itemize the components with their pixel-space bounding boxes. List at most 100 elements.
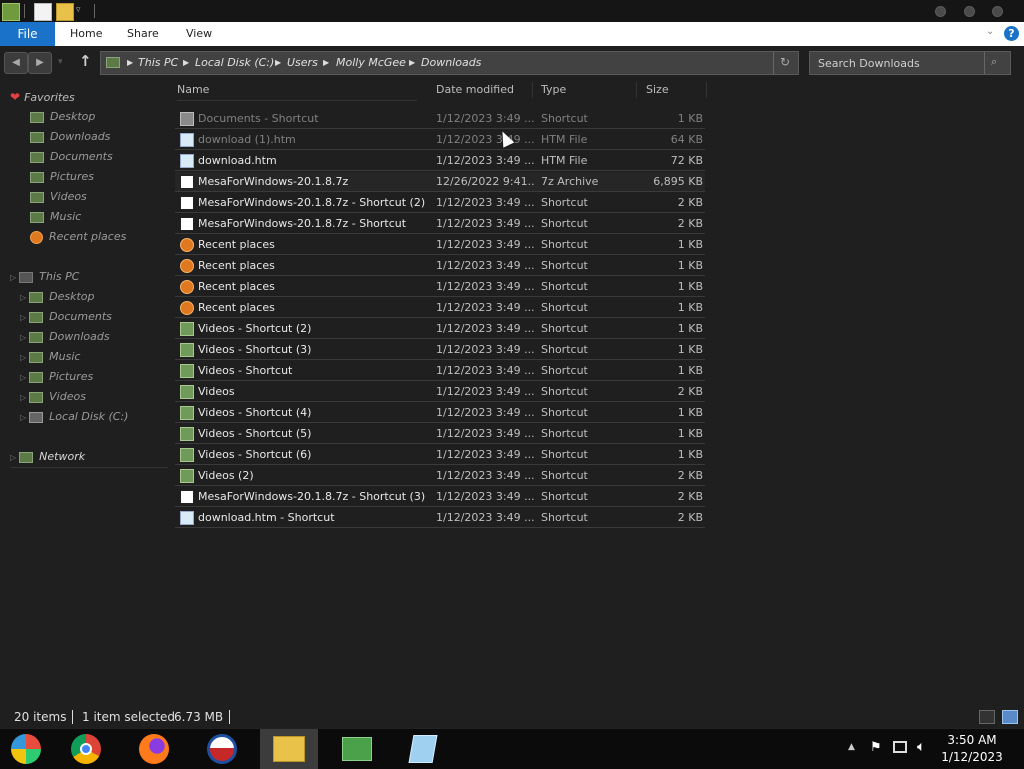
breadcrumb-this-pc[interactable]: This PC: [138, 52, 178, 74]
file-row[interactable]: Recent places 1/12/2023 3:49 ... Shortcut 1…: [175, 277, 705, 297]
maximize-button[interactable]: [964, 6, 975, 17]
expand-arrow-icon[interactable]: ▷: [20, 293, 26, 302]
file-row[interactable]: Videos 1/12/2023 3:49 ... Shortcut 2 KB: [175, 382, 705, 402]
column-header-type[interactable]: Type: [541, 80, 566, 100]
nav-pc-local-disk[interactable]: ▷ Local Disk (C:): [20, 407, 128, 427]
search-box[interactable]: ⌕: [809, 51, 1011, 75]
search-icon[interactable]: ⌕: [991, 55, 997, 69]
expand-arrow-icon[interactable]: ▷: [10, 273, 16, 282]
expand-arrow-icon[interactable]: ▷: [20, 333, 26, 342]
search-input[interactable]: [810, 52, 980, 74]
file-row[interactable]: MesaForWindows-20.1.8.7z 12/26/2022 9:41.…: [175, 172, 705, 192]
taskbar-firefox[interactable]: [124, 729, 182, 769]
refresh-icon[interactable]: ↻: [780, 55, 790, 69]
file-row[interactable]: Videos - Shortcut (2) 1/12/2023 3:49 ... S…: [175, 319, 705, 339]
close-button[interactable]: [992, 6, 1003, 17]
nav-favorites-desktop[interactable]: Desktop: [30, 107, 95, 127]
taskbar-control-panel[interactable]: [328, 729, 386, 769]
breadcrumb-downloads[interactable]: Downloads: [421, 52, 481, 74]
forward-button[interactable]: ▶: [28, 52, 52, 74]
customize-toolbar-icon[interactable]: ▿: [76, 5, 81, 15]
chevron-right-icon[interactable]: ▶: [323, 52, 329, 74]
file-row[interactable]: Documents - Shortcut 1/12/2023 3:49 ... Sh…: [175, 109, 705, 129]
new-folder-icon[interactable]: [56, 3, 74, 21]
taskbar-app-obama[interactable]: [192, 729, 250, 769]
clock-time[interactable]: 3:50 AM: [932, 733, 1012, 747]
tab-home[interactable]: Home: [70, 22, 102, 46]
chevron-right-icon[interactable]: ▶: [409, 52, 415, 74]
action-center-flag-icon[interactable]: ⚑: [870, 740, 882, 755]
taskbar-notepad[interactable]: [394, 729, 452, 769]
taskbar-file-explorer[interactable]: [260, 729, 318, 769]
details-view-icon[interactable]: [979, 710, 995, 724]
minimize-button[interactable]: [935, 6, 946, 17]
file-row[interactable]: Videos - Shortcut 1/12/2023 3:49 ... Short…: [175, 361, 705, 381]
nav-pc-pictures[interactable]: ▷ Pictures: [20, 367, 93, 387]
column-header-date[interactable]: Date modified: [436, 80, 514, 100]
chevron-right-icon[interactable]: ▶: [183, 52, 189, 74]
nav-favorites[interactable]: ❤ Favorites: [10, 87, 75, 107]
chevron-right-icon[interactable]: ▶: [275, 52, 281, 74]
nav-favorites-music[interactable]: Music: [30, 207, 81, 227]
taskbar-start[interactable]: [0, 729, 58, 769]
expand-arrow-icon[interactable]: ▷: [20, 373, 26, 382]
tab-view[interactable]: View: [186, 22, 212, 46]
file-name: download.htm - Shortcut: [198, 511, 335, 524]
nav-favorites-videos[interactable]: Videos: [30, 187, 87, 207]
volume-icon[interactable]: 🔈︎: [917, 739, 925, 755]
nav-favorites-documents[interactable]: Documents: [30, 147, 113, 167]
file-row[interactable]: download.htm 1/12/2023 3:49 ... HTM File 72…: [175, 151, 705, 171]
nav-this-pc[interactable]: ▷ This PC: [10, 267, 79, 287]
help-icon[interactable]: ?: [1004, 26, 1019, 41]
file-row[interactable]: MesaForWindows-20.1.8.7z - Shortcut 1/12/…: [175, 214, 705, 234]
expand-arrow-icon[interactable]: ▷: [20, 413, 26, 422]
expand-ribbon-icon[interactable]: ⌄: [986, 26, 994, 37]
show-hidden-icons-icon[interactable]: ▲: [848, 742, 855, 752]
expand-arrow-icon[interactable]: ▷: [20, 313, 26, 322]
file-row[interactable]: MesaForWindows-20.1.8.7z - Shortcut (2) 1…: [175, 193, 705, 213]
breadcrumb-local-disk[interactable]: Local Disk (C:): [195, 52, 274, 74]
column-header-name[interactable]: Name: [177, 80, 209, 100]
expand-arrow-icon[interactable]: ▷: [10, 453, 16, 462]
nav-pc-documents[interactable]: ▷ Documents: [20, 307, 112, 327]
nav-favorites-recent-places[interactable]: Recent places: [30, 227, 126, 247]
large-icons-view-icon[interactable]: [1002, 710, 1018, 724]
nav-pc-music[interactable]: ▷ Music: [20, 347, 80, 367]
network-icon: [19, 451, 34, 463]
expand-arrow-icon[interactable]: ▷: [20, 393, 26, 402]
file-row[interactable]: download (1).htm 1/12/2023 3:49 ... HTM Fi…: [175, 130, 705, 150]
network-tray-icon[interactable]: [893, 741, 907, 753]
nav-pc-desktop[interactable]: ▷ Desktop: [20, 287, 95, 307]
file-tab[interactable]: File: [0, 22, 55, 46]
file-row[interactable]: Videos - Shortcut (6) 1/12/2023 3:49 ... S…: [175, 445, 705, 465]
file-row[interactable]: Recent places 1/12/2023 3:49 ... Shortcut 1…: [175, 256, 705, 276]
file-row[interactable]: MesaForWindows-20.1.8.7z - Shortcut (3) 1…: [175, 487, 705, 507]
nav-network[interactable]: ▷ Network: [10, 447, 168, 468]
tab-share[interactable]: Share: [127, 22, 159, 46]
up-arrow-icon[interactable]: ↑: [79, 52, 92, 70]
app-folder-icon[interactable]: [2, 3, 20, 21]
recent-locations-icon[interactable]: ▾: [58, 57, 63, 67]
file-row[interactable]: download.htm - Shortcut 1/12/2023 3:49 ..…: [175, 508, 705, 528]
nav-pc-downloads[interactable]: ▷ Downloads: [20, 327, 110, 347]
properties-icon[interactable]: [34, 3, 52, 21]
nav-favorites-pictures[interactable]: Pictures: [30, 167, 94, 187]
file-row[interactable]: Recent places 1/12/2023 3:49 ... Shortcut 1…: [175, 298, 705, 318]
expand-arrow-icon[interactable]: ▷: [20, 353, 26, 362]
chevron-right-icon[interactable]: ▶: [127, 52, 133, 74]
nav-favorites-downloads[interactable]: Downloads: [30, 127, 110, 147]
file-row[interactable]: Videos - Shortcut (4) 1/12/2023 3:49 ... S…: [175, 403, 705, 423]
column-header-size[interactable]: Size: [646, 80, 669, 100]
file-row[interactable]: Videos (2) 1/12/2023 3:49 ... Shortcut 2 KB: [175, 466, 705, 486]
file-row[interactable]: Videos - Shortcut (5) 1/12/2023 3:49 ... S…: [175, 424, 705, 444]
file-type: Shortcut: [541, 217, 588, 230]
address-bar[interactable]: ▶ This PC ▶ Local Disk (C:) ▶ Users ▶ Mo…: [100, 51, 799, 75]
breadcrumb-molly-mcgee[interactable]: Molly McGee: [336, 52, 406, 74]
taskbar-chrome[interactable]: [58, 729, 116, 769]
file-row[interactable]: Recent places 1/12/2023 3:49 ... Shortcut 1…: [175, 235, 705, 255]
file-row[interactable]: Videos - Shortcut (3) 1/12/2023 3:49 ... S…: [175, 340, 705, 360]
nav-pc-videos[interactable]: ▷ Videos: [20, 387, 86, 407]
clock-date[interactable]: 1/12/2023: [932, 750, 1012, 764]
back-button[interactable]: ◀: [4, 52, 28, 74]
breadcrumb-users[interactable]: Users: [287, 52, 318, 74]
